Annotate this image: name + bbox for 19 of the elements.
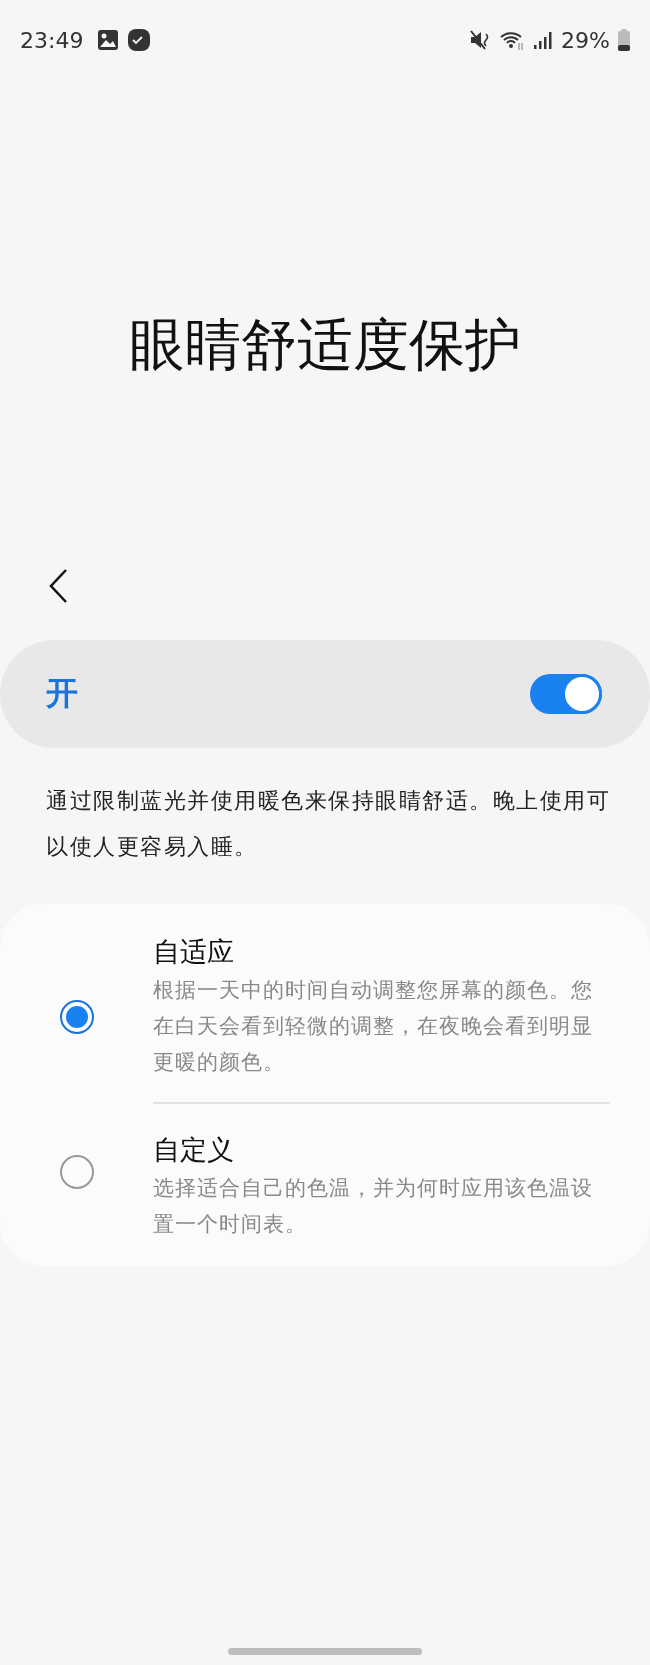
radio-button[interactable] xyxy=(59,1000,94,1034)
option-description: 根据一天中的时间自动调整您屏幕的颜色。您在白天会看到轻微的调整，在夜晚会看到明显更暖的颜色。 xyxy=(153,977,594,1076)
switch-label: 开 xyxy=(46,673,78,714)
battery-icon xyxy=(618,29,630,51)
option-description: 选择适合自己的色温，并为何时应用该色温设置一个时间表。 xyxy=(153,1175,594,1238)
radio-button[interactable] xyxy=(59,1155,94,1189)
toggle-switch[interactable] xyxy=(530,674,602,714)
option-title: 自定义 xyxy=(153,1133,235,1167)
wifi-icon xyxy=(499,29,526,51)
signal-icon xyxy=(533,30,554,50)
check-icon xyxy=(127,28,152,52)
chevron-left-icon xyxy=(48,568,68,604)
switch-bar[interactable]: 开 xyxy=(0,640,650,748)
page-title: 眼睛舒适度保护 xyxy=(128,311,522,379)
battery-percent: 29% xyxy=(561,27,610,53)
option-title: 自适应 xyxy=(153,935,235,969)
description-text: 通过限制蓝光并使用暖色来保持眼睛舒适。晚上使用可以使人更容易入睡。 xyxy=(46,787,610,861)
status-time: 23:49 xyxy=(20,27,84,53)
picture-icon xyxy=(97,29,120,51)
